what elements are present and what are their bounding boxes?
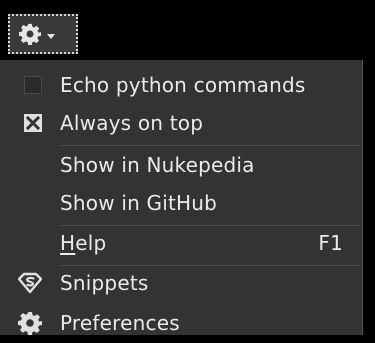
settings-dropdown-menu: Echo python commands Always on top Show …	[0, 60, 363, 335]
chevron-down-icon	[47, 33, 55, 39]
menu-item-snippets[interactable]: Snippets	[0, 263, 363, 303]
menu-item-preferences[interactable]: Preferences	[0, 303, 363, 343]
menu-item-help[interactable]: Help F1	[0, 223, 363, 263]
unchecked-checkbox-icon[interactable]	[24, 76, 42, 94]
gear-icon	[19, 23, 41, 45]
menu-item-label: Help	[60, 223, 106, 263]
menu-item-always-on-top[interactable]: Always on top	[0, 103, 363, 143]
superman-logo-icon	[18, 272, 42, 294]
menu-item-shortcut: F1	[318, 231, 343, 255]
menu-item-label: Show in Nukepedia	[60, 153, 255, 177]
menu-item-label-rest: elp	[75, 231, 107, 255]
menu-shadow	[363, 60, 375, 335]
gear-icon	[18, 312, 42, 335]
menu-item-label: Echo python commands	[60, 73, 306, 97]
menu-item-label: Preferences	[60, 311, 180, 335]
settings-menu-button[interactable]	[8, 14, 78, 54]
menu-item-label: Show in GitHub	[60, 191, 218, 215]
toolbar	[0, 0, 375, 60]
menu-item-show-in-github[interactable]: Show in GitHub	[0, 183, 363, 223]
checked-x-icon[interactable]	[24, 114, 42, 132]
menu-item-echo-python-commands[interactable]: Echo python commands	[0, 65, 363, 105]
menu-item-label: Snippets	[60, 271, 149, 295]
menu-item-label: Always on top	[60, 111, 204, 135]
menu-item-accelerator: H	[60, 231, 76, 255]
menu-item-show-in-nukepedia[interactable]: Show in Nukepedia	[0, 145, 363, 185]
